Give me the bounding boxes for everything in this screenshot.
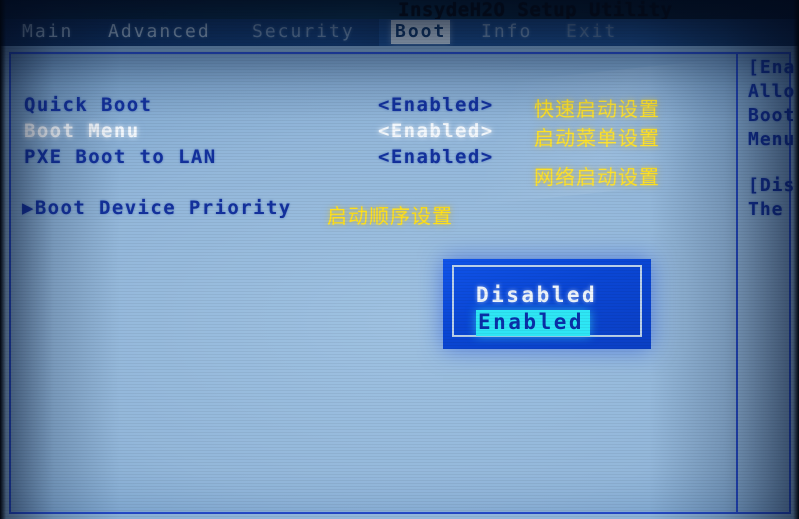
annotation-boot-device-priority: 启动顺序设置 bbox=[327, 204, 453, 228]
setting-value-quick-boot[interactable]: <Enabled> bbox=[378, 94, 494, 116]
menu-item-boot[interactable]: Boot bbox=[391, 20, 451, 44]
setting-label-quick-boot[interactable]: Quick Boot bbox=[24, 94, 152, 116]
help-line-gap bbox=[748, 152, 799, 174]
help-line-6: The bbox=[748, 199, 784, 220]
value-selector-popup[interactable]: Disabled Enabled bbox=[443, 259, 651, 349]
help-panel-divider bbox=[736, 54, 738, 512]
submenu-arrow-icon: ▶ bbox=[22, 197, 35, 219]
bios-setup-screen-photo: InsydeH2O Setup Utility Main Advanced Se… bbox=[0, 0, 799, 519]
help-line-3: Boot bbox=[748, 105, 796, 126]
setting-label-pxe-boot-to-lan[interactable]: PXE Boot to LAN bbox=[24, 146, 217, 168]
submenu-label: Boot Device Priority bbox=[34, 197, 292, 219]
help-line-4: Menu bbox=[748, 129, 796, 150]
menu-item-main[interactable]: Main bbox=[22, 21, 73, 42]
menu-item-security[interactable]: Security bbox=[252, 21, 355, 42]
setting-value-pxe-boot-to-lan[interactable]: <Enabled> bbox=[378, 146, 494, 168]
help-line-2: Allo bbox=[748, 81, 796, 102]
menu-item-advanced[interactable]: Advanced bbox=[108, 21, 211, 42]
menu-bar[interactable]: Main Advanced Security Boot Info Exit bbox=[0, 19, 799, 46]
annotation-pxe-boot-to-lan: 网络启动设置 bbox=[534, 165, 660, 189]
submenu-boot-device-priority[interactable]: ▶Boot Device Priority bbox=[22, 197, 292, 219]
help-line-1: [Ena bbox=[748, 57, 796, 78]
popup-option-enabled[interactable]: Enabled bbox=[476, 310, 591, 336]
help-line-5: [Dis bbox=[748, 175, 796, 196]
setting-label-boot-menu[interactable]: Boot Menu bbox=[24, 120, 140, 142]
menu-item-info[interactable]: Info bbox=[481, 21, 532, 42]
menu-item-exit[interactable]: Exit bbox=[566, 21, 617, 42]
setting-value-boot-menu[interactable]: <Enabled> bbox=[378, 120, 494, 142]
value-selector-popup-border: Disabled Enabled bbox=[452, 265, 642, 337]
annotation-boot-menu: 启动菜单设置 bbox=[534, 126, 660, 150]
help-panel: [Ena Allo Boot Menu [Dis The bbox=[748, 56, 799, 222]
annotation-quick-boot: 快速启动设置 bbox=[534, 97, 660, 121]
title-bar: InsydeH2O Setup Utility bbox=[0, 0, 799, 21]
page-title: InsydeH2O Setup Utility bbox=[398, 0, 673, 21]
popup-option-disabled[interactable]: Disabled bbox=[476, 283, 597, 307]
